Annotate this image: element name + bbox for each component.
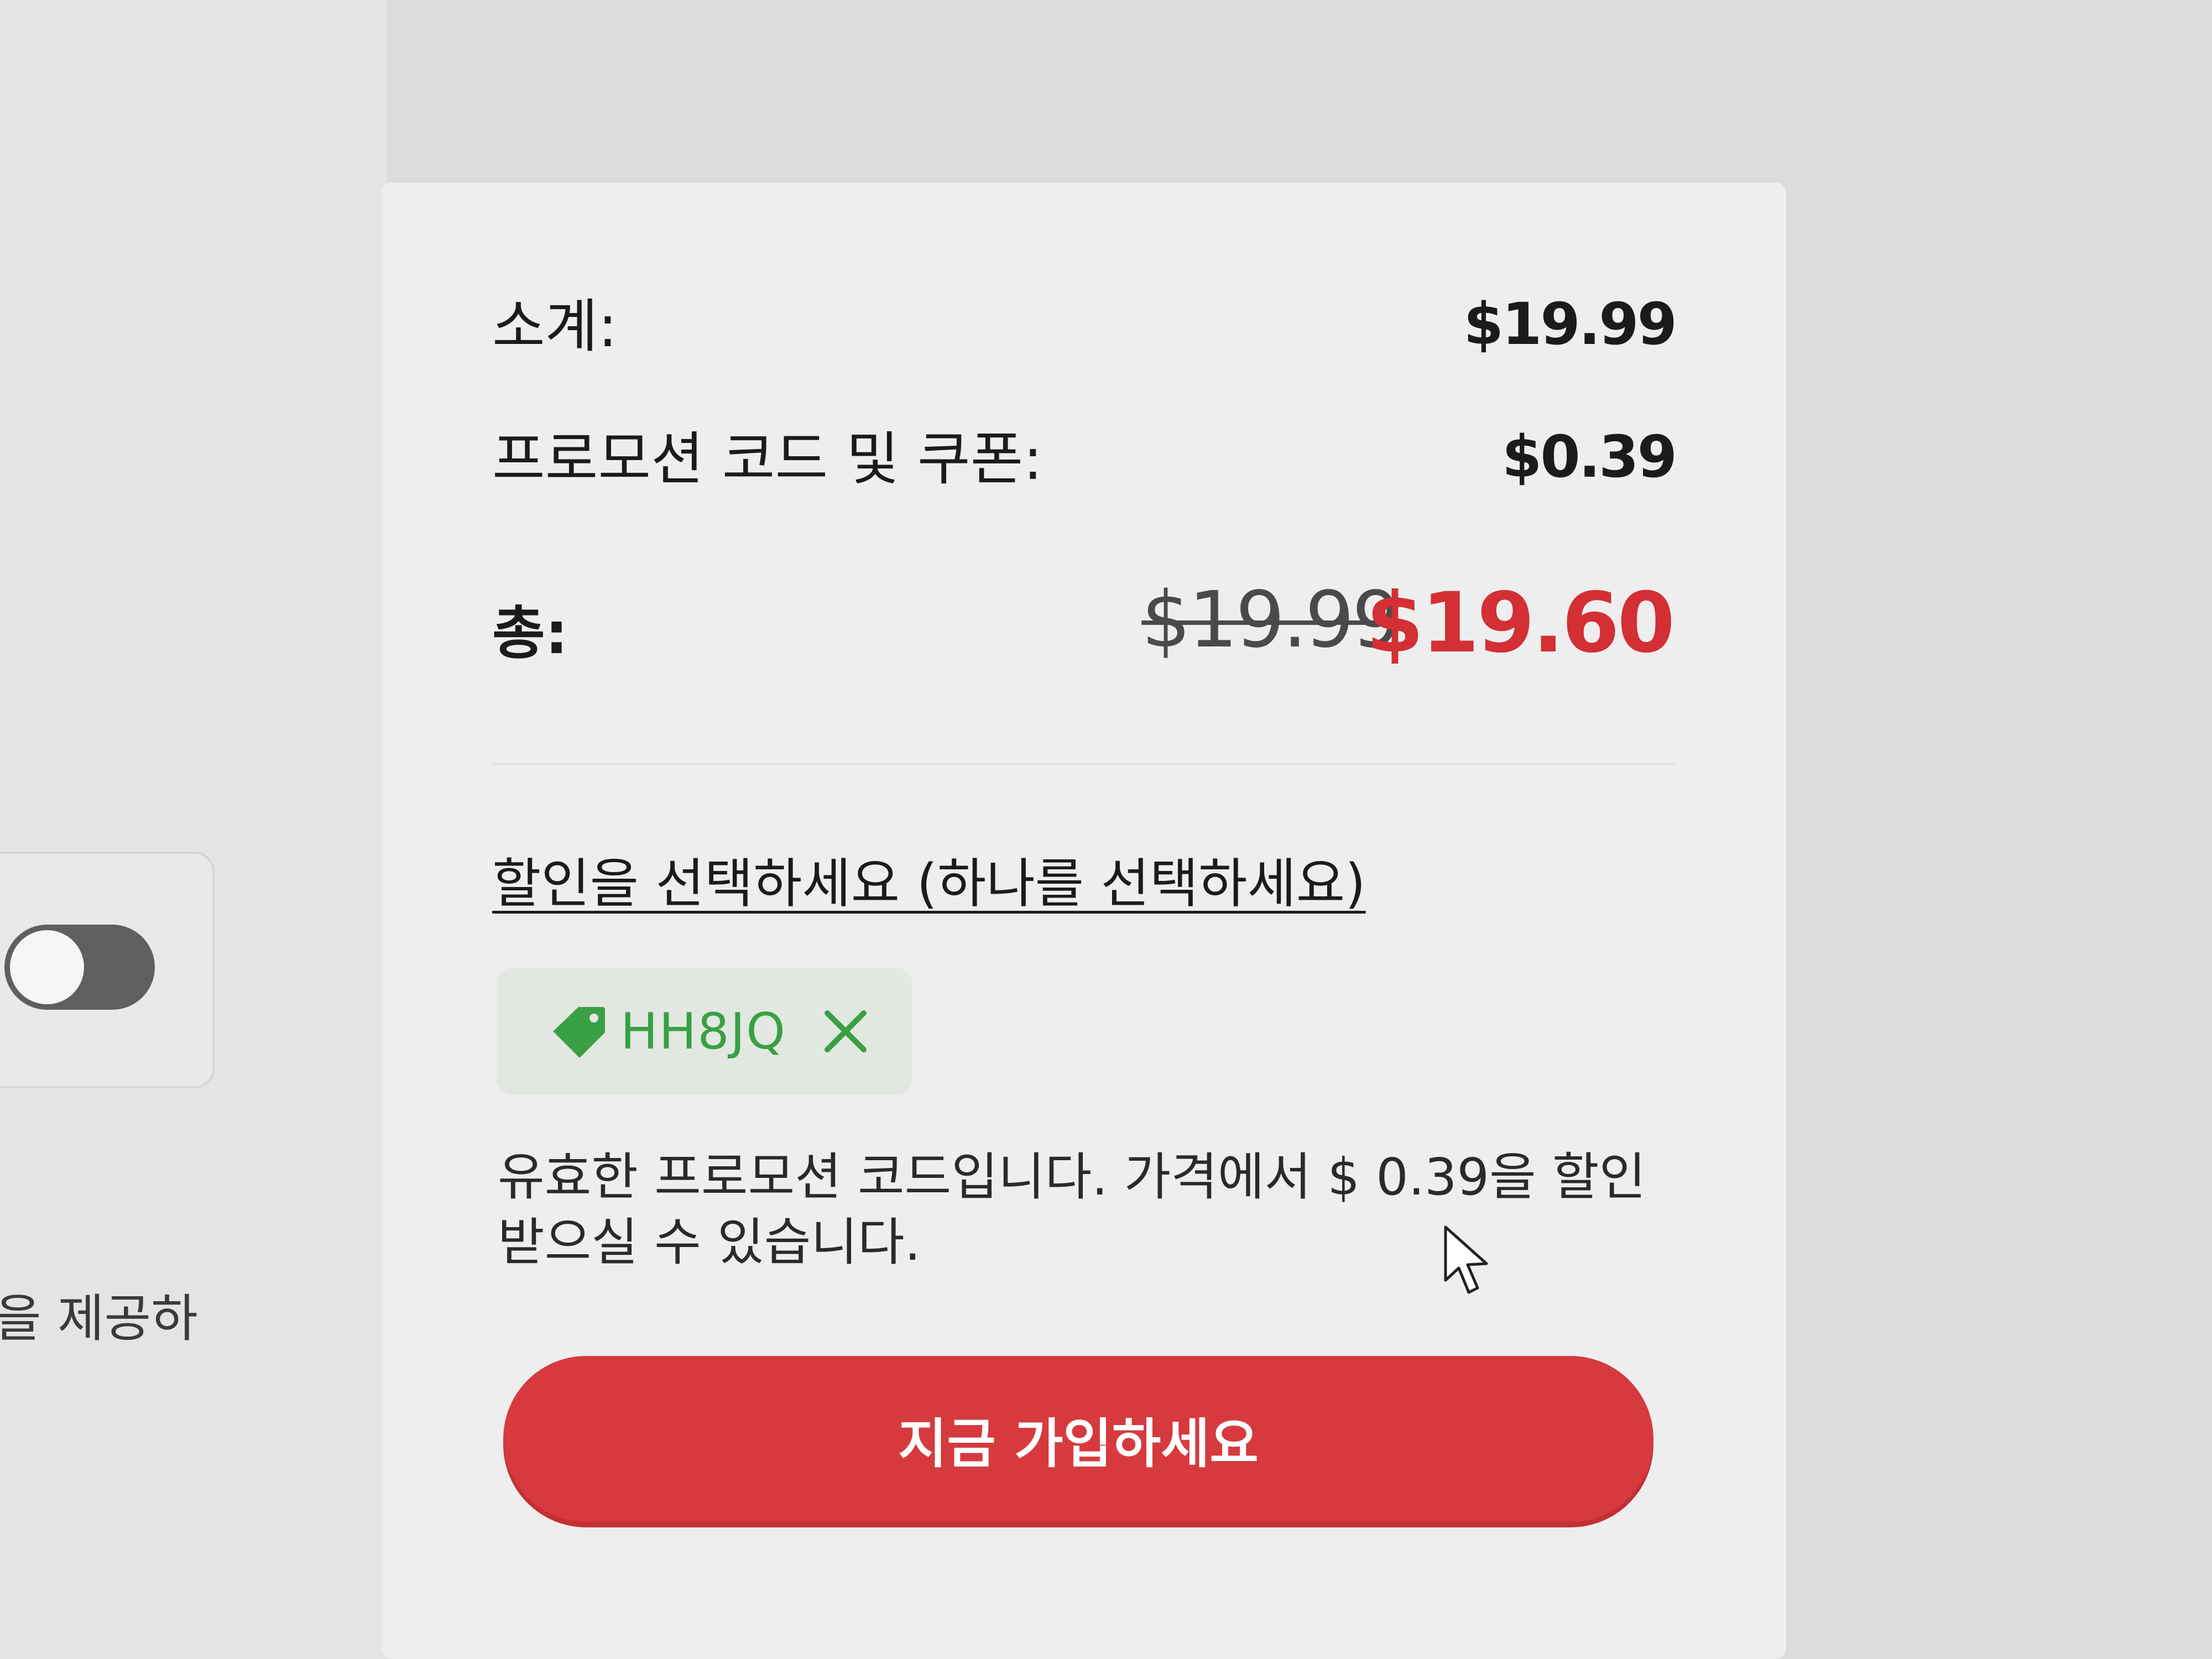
toggle-knob — [10, 930, 84, 1004]
option-toggle[interactable] — [4, 925, 155, 1010]
close-icon[interactable] — [822, 1008, 869, 1055]
side-panel — [0, 0, 387, 1659]
tag-icon — [553, 1007, 605, 1058]
applied-promo-chip: HH8JQ — [497, 968, 912, 1095]
subtotal-label: 소계: — [492, 293, 618, 360]
subtotal-value: $19.99 — [1463, 290, 1677, 358]
total-original-price: $19.99 — [1141, 575, 1401, 665]
sign-up-button[interactable]: 지금 가입하세요 — [503, 1356, 1653, 1522]
mouse-pointer-icon — [1444, 1225, 1488, 1294]
promo-code-text: HH8JQ — [620, 1002, 786, 1061]
promo-label: 프로모션 코드 및 쿠폰: — [492, 425, 1043, 493]
promo-value: $0.39 — [1502, 423, 1677, 491]
side-partial-text: 을 제공하 — [0, 1289, 198, 1348]
total-discounted-price: $19.60 — [1366, 575, 1675, 671]
divider — [492, 763, 1676, 765]
select-discount-link[interactable]: 할인을 선택하세요 (하나를 선택하세요) — [492, 841, 1366, 917]
total-label: 총: — [492, 599, 568, 667]
